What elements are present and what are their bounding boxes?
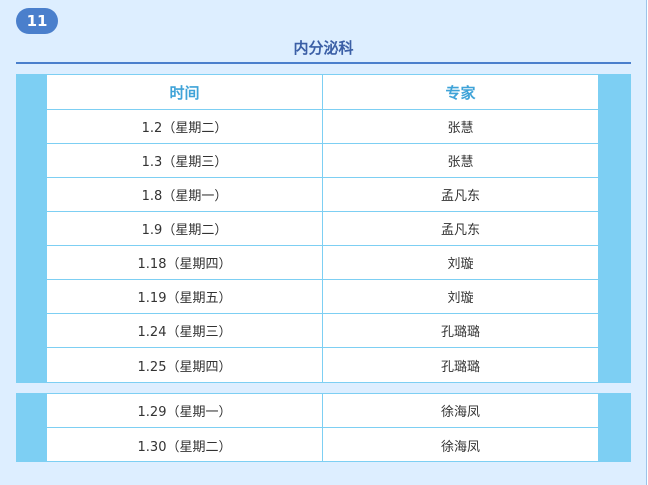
column-header-time: 时间 [169,83,200,102]
schedule-table-block-1: 时间 专家 1.2（星期二） 张慧 1.3（星期三） 张慧 1.8（星期一） 孟… [16,74,631,383]
date-cell: 1.3（星期三） [141,155,228,170]
expert-cell: 徐海凤 [322,394,598,427]
expert-cell: 刘璇 [322,280,598,313]
table-row: 1.24（星期三） 孔璐璐 [47,314,598,348]
expert-cell: 孔璐璐 [322,314,598,347]
schedule-table: 时间 专家 1.2（星期二） 张慧 1.3（星期三） 张慧 1.8（星期一） 孟… [46,74,599,383]
expert-cell: 刘璇 [322,246,598,279]
column-header-expert: 专家 [322,75,598,109]
table-row: 1.18（星期四） 刘璇 [47,246,598,280]
date-cell: 1.8（星期一） [141,189,228,204]
date-cell: 1.29（星期一） [137,405,232,420]
section-number-badge: 11 [16,8,58,34]
table-row: 1.25（星期四） 孔璐璐 [47,348,598,382]
expert-cell: 孔璐璐 [322,348,598,382]
table-row: 1.2（星期二） 张慧 [47,110,598,144]
expert-cell: 徐海凤 [322,428,598,462]
expert-cell: 孟凡东 [322,178,598,211]
title-divider [16,62,631,64]
table-row: 1.30（星期二） 徐海凤 [47,428,598,462]
date-cell: 1.24（星期三） [137,325,232,340]
section-title: 内分泌科 [293,39,354,57]
expert-cell: 张慧 [322,110,598,143]
table-row: 1.3（星期三） 张慧 [47,144,598,178]
date-cell: 1.9（星期二） [141,223,228,238]
date-cell: 1.18（星期四） [137,257,232,272]
date-cell: 1.25（星期四） [137,359,232,375]
table-row: 1.19（星期五） 刘璇 [47,280,598,314]
date-cell: 1.2（星期二） [141,121,228,136]
schedule-table-continued: 1.29（星期一） 徐海凤 1.30（星期二） 徐海凤 [46,393,599,462]
table-row: 1.29（星期一） 徐海凤 [47,394,598,428]
table-row: 1.8（星期一） 孟凡东 [47,178,598,212]
date-cell: 1.19（星期五） [137,291,232,306]
table-header-row: 时间 专家 [47,75,598,110]
date-cell: 1.30（星期二） [137,439,232,455]
expert-cell: 孟凡东 [322,212,598,245]
schedule-page: 11 内分泌科 时间 专家 1.2（星期二） 张慧 1.3（星期三） 张慧 1.… [0,0,647,485]
table-row: 1.9（星期二） 孟凡东 [47,212,598,246]
expert-cell: 张慧 [322,144,598,177]
schedule-table-block-2: 1.29（星期一） 徐海凤 1.30（星期二） 徐海凤 [16,393,631,462]
